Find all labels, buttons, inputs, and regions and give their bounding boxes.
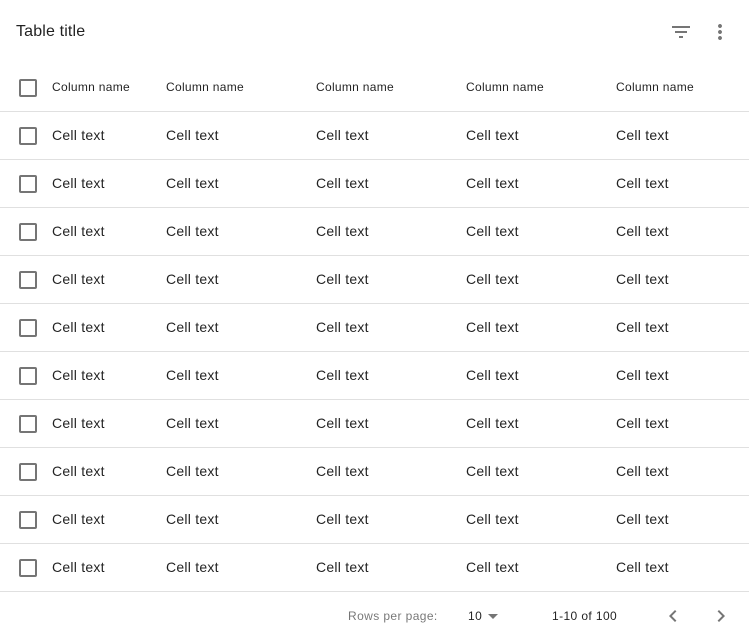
- table-cell: Cell text: [616, 415, 669, 431]
- table-cell: Cell text: [166, 127, 219, 143]
- table-cell: Cell text: [466, 511, 519, 527]
- table-cell: Cell text: [316, 463, 369, 479]
- table-toolbar: Table title: [0, 0, 749, 64]
- table-cell: Cell text: [52, 175, 105, 191]
- column-header[interactable]: Column name: [466, 64, 544, 111]
- table-cell: Cell text: [616, 175, 669, 191]
- row-checkbox[interactable]: [19, 463, 37, 481]
- table-cell: Cell text: [466, 127, 519, 143]
- table-cell: Cell text: [616, 367, 669, 383]
- table-cell: Cell text: [166, 559, 219, 575]
- table-cell: Cell text: [52, 367, 105, 383]
- table-cell: Cell text: [166, 175, 219, 191]
- table-header-row: Column name Column name Column name Colu…: [0, 64, 749, 112]
- table-cell: Cell text: [316, 223, 369, 239]
- table-cell: Cell text: [316, 559, 369, 575]
- table-cell: Cell text: [52, 511, 105, 527]
- table-row[interactable]: Cell text Cell text Cell text Cell text …: [0, 112, 749, 160]
- table-cell: Cell text: [52, 127, 105, 143]
- chevron-left-icon: [669, 610, 677, 622]
- table-row[interactable]: Cell text Cell text Cell text Cell text …: [0, 256, 749, 304]
- table-cell: Cell text: [52, 223, 105, 239]
- column-header[interactable]: Column name: [316, 64, 394, 111]
- table-cell: Cell text: [316, 319, 369, 335]
- table-cell: Cell text: [466, 367, 519, 383]
- data-table: Column name Column name Column name Colu…: [0, 64, 749, 592]
- pagination-bar: Rows per page: 10 1-10 of 100: [0, 592, 749, 640]
- select-all-checkbox[interactable]: [19, 79, 37, 97]
- table-row[interactable]: Cell text Cell text Cell text Cell text …: [0, 448, 749, 496]
- table-cell: Cell text: [316, 367, 369, 383]
- table-row[interactable]: Cell text Cell text Cell text Cell text …: [0, 304, 749, 352]
- table-cell: Cell text: [166, 223, 219, 239]
- row-checkbox[interactable]: [19, 415, 37, 433]
- row-checkbox[interactable]: [19, 367, 37, 385]
- pagination-range: 1-10 of 100: [552, 609, 618, 623]
- table-row[interactable]: Cell text Cell text Cell text Cell text …: [0, 352, 749, 400]
- row-checkbox[interactable]: [19, 223, 37, 241]
- filter-list-icon: [672, 26, 690, 38]
- table-cell: Cell text: [616, 319, 669, 335]
- table-cell: Cell text: [616, 127, 669, 143]
- table-cell: Cell text: [616, 271, 669, 287]
- table-cell: Cell text: [52, 271, 105, 287]
- filter-button[interactable]: [669, 20, 693, 44]
- table-cell: Cell text: [466, 463, 519, 479]
- column-header[interactable]: Column name: [166, 64, 244, 111]
- row-checkbox[interactable]: [19, 175, 37, 193]
- table-cell: Cell text: [166, 463, 219, 479]
- table-title: Table title: [16, 23, 86, 40]
- rows-per-page-value: 10: [468, 609, 483, 623]
- table-cell: Cell text: [166, 415, 219, 431]
- table-row[interactable]: Cell text Cell text Cell text Cell text …: [0, 496, 749, 544]
- table-cell: Cell text: [616, 223, 669, 239]
- table-cell: Cell text: [616, 511, 669, 527]
- table-row[interactable]: Cell text Cell text Cell text Cell text …: [0, 544, 749, 592]
- table-cell: Cell text: [466, 415, 519, 431]
- table-cell: Cell text: [52, 463, 105, 479]
- row-checkbox[interactable]: [19, 271, 37, 289]
- column-header[interactable]: Column name: [616, 64, 694, 111]
- table-cell: Cell text: [166, 271, 219, 287]
- table-cell: Cell text: [466, 271, 519, 287]
- table-cell: Cell text: [466, 559, 519, 575]
- table-cell: Cell text: [616, 559, 669, 575]
- row-checkbox[interactable]: [19, 319, 37, 337]
- row-checkbox[interactable]: [19, 511, 37, 529]
- row-checkbox[interactable]: [19, 559, 37, 577]
- more-vert-icon: [718, 24, 722, 40]
- column-header[interactable]: Column name: [52, 64, 130, 111]
- table-cell: Cell text: [316, 127, 369, 143]
- arrow-drop-down-icon: [488, 613, 499, 619]
- table-cell: Cell text: [316, 271, 369, 287]
- table-cell: Cell text: [52, 415, 105, 431]
- table-cell: Cell text: [466, 223, 519, 239]
- more-options-button[interactable]: [708, 20, 732, 44]
- table-cell: Cell text: [616, 463, 669, 479]
- next-page-button[interactable]: [709, 604, 733, 628]
- chevron-right-icon: [717, 610, 725, 622]
- previous-page-button[interactable]: [661, 604, 685, 628]
- table-cell: Cell text: [52, 319, 105, 335]
- table-cell: Cell text: [466, 319, 519, 335]
- table-row[interactable]: Cell text Cell text Cell text Cell text …: [0, 208, 749, 256]
- table-cell: Cell text: [166, 319, 219, 335]
- table-row[interactable]: Cell text Cell text Cell text Cell text …: [0, 160, 749, 208]
- table-cell: Cell text: [316, 511, 369, 527]
- rows-per-page-label: Rows per page:: [348, 609, 438, 623]
- table-cell: Cell text: [52, 559, 105, 575]
- table-row[interactable]: Cell text Cell text Cell text Cell text …: [0, 400, 749, 448]
- table-cell: Cell text: [316, 175, 369, 191]
- rows-per-page-select[interactable]: 10: [468, 602, 506, 630]
- table-cell: Cell text: [466, 175, 519, 191]
- table-cell: Cell text: [166, 511, 219, 527]
- table-cell: Cell text: [166, 367, 219, 383]
- table-cell: Cell text: [316, 415, 369, 431]
- row-checkbox[interactable]: [19, 127, 37, 145]
